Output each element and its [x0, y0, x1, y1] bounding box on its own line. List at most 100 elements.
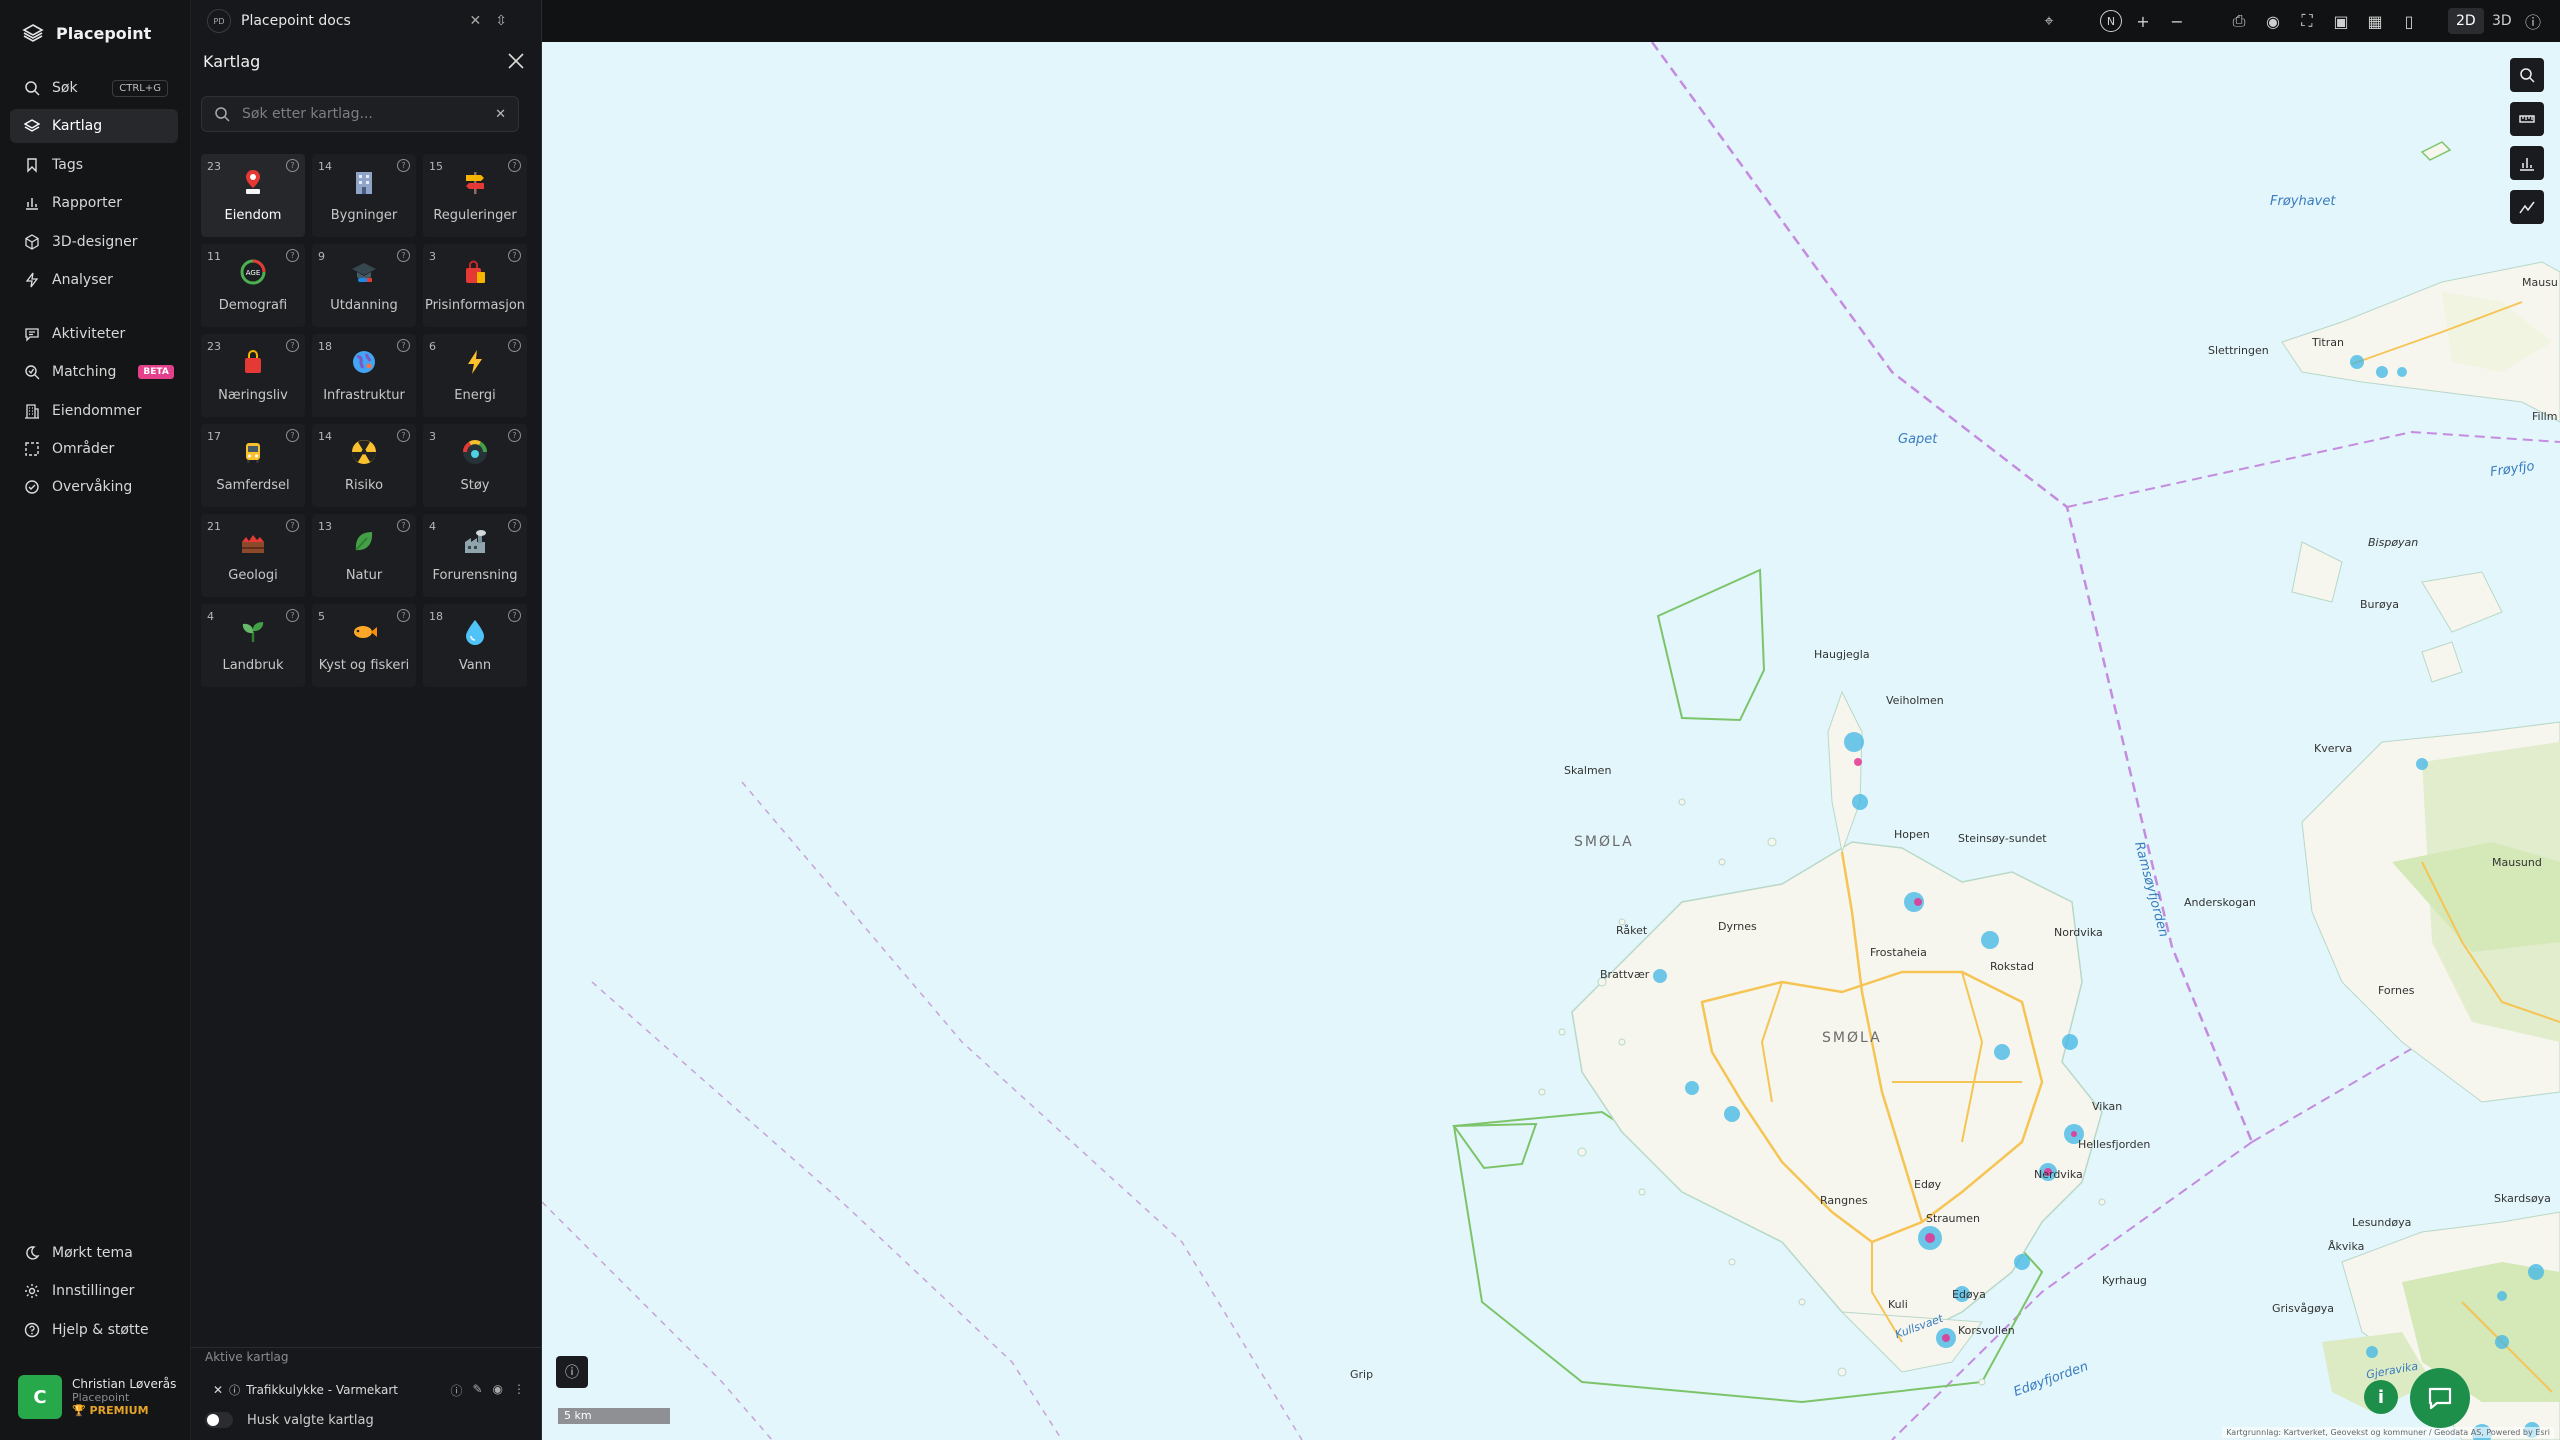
- print-icon[interactable]: ⎙: [2228, 10, 2250, 32]
- category-tile-reguleringer[interactable]: 15 ? Reguleringer: [423, 154, 527, 237]
- grid-icon[interactable]: ▦: [2364, 10, 2386, 32]
- camera-icon[interactable]: ▣: [2330, 10, 2352, 32]
- map-canvas[interactable]: Frøyhavet Gapet Ramsøyfjorden Edøyfjorde…: [542, 42, 2560, 1440]
- category-tile-natur[interactable]: 13 ? Natur: [312, 514, 416, 597]
- info-icon[interactable]: ?: [397, 159, 410, 172]
- map-tool-measure[interactable]: [2510, 102, 2544, 136]
- info-fab[interactable]: i: [2364, 1380, 2398, 1414]
- info-icon[interactable]: ?: [508, 429, 521, 442]
- nav-item-kartlag[interactable]: Kartlag: [10, 109, 178, 143]
- nav-item-settings[interactable]: Innstillinger: [10, 1274, 178, 1308]
- nav-item-rapporter[interactable]: Rapporter: [10, 186, 178, 220]
- place-label: Åkvika: [2328, 1240, 2365, 1253]
- place-label: Fillm: [2532, 410, 2558, 423]
- eye-icon[interactable]: ◉: [493, 1382, 503, 1399]
- map-attribution: Kartgrunnlag: Kartverket, Geovekst og ko…: [2222, 1427, 2554, 1438]
- nav-item-overvaking[interactable]: Overvåking: [10, 470, 178, 504]
- category-tile-energi[interactable]: 6 ? Energi: [423, 334, 527, 417]
- edit-icon[interactable]: ✎: [472, 1382, 482, 1399]
- nav-item-matching[interactable]: Matching BETA: [10, 355, 178, 389]
- chat-fab[interactable]: [2410, 1368, 2470, 1428]
- region-label: SMØLA: [1574, 834, 1634, 850]
- ruler-icon: [2519, 115, 2535, 123]
- clear-icon[interactable]: ✕: [495, 107, 506, 122]
- info-icon[interactable]: ?: [286, 609, 299, 622]
- nav-item-3d-designer[interactable]: 3D-designer: [10, 225, 178, 259]
- info-icon[interactable]: ?: [397, 339, 410, 352]
- info-icon[interactable]: ?: [508, 519, 521, 532]
- nav-item-eiendommer[interactable]: Eiendommer: [10, 394, 178, 428]
- category-tile-demografi[interactable]: 11 ? AGE Demografi: [201, 244, 305, 327]
- category-tile-samferdsel[interactable]: 17 ? Samferdsel: [201, 424, 305, 507]
- pin-icon: [246, 170, 260, 194]
- map-tool-chart[interactable]: [2510, 146, 2544, 180]
- remove-layer-icon[interactable]: ✕: [213, 1383, 223, 1397]
- category-tile-geologi[interactable]: 21 ? Geologi: [201, 514, 305, 597]
- close-icon[interactable]: ✕: [470, 13, 482, 29]
- eye-icon[interactable]: ◉: [2262, 10, 2284, 32]
- place-label: Rangnes: [1820, 1194, 1868, 1207]
- info-icon[interactable]: ?: [508, 339, 521, 352]
- globe-icon: [353, 351, 375, 373]
- info-icon[interactable]: ⓘ: [2522, 10, 2544, 32]
- category-tile-stoy[interactable]: 3 ? Støy: [423, 424, 527, 507]
- location-icon[interactable]: ⌖: [2038, 10, 2060, 32]
- info-icon[interactable]: ?: [286, 429, 299, 442]
- info-icon[interactable]: ?: [508, 249, 521, 262]
- nav-item-help[interactable]: Hjelp & støtte: [10, 1313, 178, 1347]
- mode-2d-button[interactable]: 2D: [2448, 8, 2484, 34]
- category-tile-risiko[interactable]: 14 ? Risiko: [312, 424, 416, 507]
- fullscreen-icon[interactable]: ⛶: [2296, 10, 2318, 32]
- place-label: Vikan: [2092, 1100, 2123, 1113]
- zoom-out-icon[interactable]: −: [2166, 10, 2188, 32]
- beta-badge: BETA: [138, 365, 174, 379]
- info-icon[interactable]: ?: [397, 429, 410, 442]
- nav-item-analyser[interactable]: Analyser: [10, 263, 178, 297]
- remember-layers-toggle[interactable]: [205, 1412, 233, 1428]
- tile-count: 13: [318, 520, 332, 533]
- layer-info-icon[interactable]: ⓘ: [450, 1382, 462, 1399]
- info-icon[interactable]: ⓘ: [229, 1382, 240, 1398]
- info-icon[interactable]: ?: [508, 609, 521, 622]
- layer-search-input[interactable]: [240, 105, 486, 123]
- info-icon[interactable]: ?: [286, 159, 299, 172]
- category-tile-prisinformasjon[interactable]: 3 ? Prisinformasjon: [423, 244, 527, 327]
- category-tile-utdanning[interactable]: 9 ? Utdanning: [312, 244, 416, 327]
- panel-close-icon[interactable]: [505, 50, 527, 72]
- document-selector[interactable]: PD Placepoint docs ✕ ⇳: [207, 6, 507, 36]
- price-bag-icon: [466, 260, 485, 283]
- map-tool-elevation[interactable]: [2510, 190, 2544, 224]
- app-brand[interactable]: Placepoint: [22, 20, 151, 46]
- map-help-button[interactable]: ⓘ: [556, 1356, 588, 1388]
- category-tile-vann[interactable]: 18 ? Vann: [423, 604, 527, 687]
- category-tile-bygninger[interactable]: 14 ? Bygninger: [312, 154, 416, 237]
- info-icon[interactable]: ?: [397, 519, 410, 532]
- place-label: Grisvågøya: [2272, 1302, 2335, 1315]
- mode-3d-button[interactable]: 3D: [2484, 8, 2520, 34]
- zoom-in-icon[interactable]: +: [2132, 10, 2154, 32]
- info-icon[interactable]: ?: [286, 249, 299, 262]
- user-profile[interactable]: C Christian Løverås Placepoint 🏆 PREMIUM: [18, 1372, 178, 1422]
- nav-item-aktiviteter[interactable]: Aktiviteter: [10, 317, 178, 351]
- more-icon[interactable]: ⋮: [513, 1382, 525, 1399]
- category-tile-forurensning[interactable]: 4 ? Forurensning: [423, 514, 527, 597]
- info-icon[interactable]: ?: [286, 339, 299, 352]
- nav-item-omrader[interactable]: Områder: [10, 432, 178, 466]
- category-tile-kyst-og-fiskeri[interactable]: 5 ? Kyst og fiskeri: [312, 604, 416, 687]
- chevron-updown-icon[interactable]: ⇳: [495, 13, 507, 29]
- category-tile-infrastruktur[interactable]: 18 ? Infrastruktur: [312, 334, 416, 417]
- nav-search[interactable]: Søk CTRL+G: [10, 71, 178, 105]
- category-tile-naeringsliv[interactable]: 23 ? Næringsliv: [201, 334, 305, 417]
- bookmark-icon[interactable]: ▯: [2398, 10, 2420, 32]
- info-icon[interactable]: ?: [508, 159, 521, 172]
- info-icon[interactable]: ?: [397, 609, 410, 622]
- tile-count: 18: [429, 610, 443, 623]
- category-tile-landbruk[interactable]: 4 ? Landbruk: [201, 604, 305, 687]
- info-icon[interactable]: ?: [397, 249, 410, 262]
- map-tool-search-area[interactable]: [2510, 58, 2544, 92]
- north-button[interactable]: N: [2100, 10, 2122, 32]
- nav-item-dark-theme[interactable]: Mørkt tema: [10, 1236, 178, 1270]
- info-icon[interactable]: ?: [286, 519, 299, 532]
- category-tile-eiendom[interactable]: 23 ? Eiendom: [201, 154, 305, 237]
- nav-item-tags[interactable]: Tags: [10, 148, 178, 182]
